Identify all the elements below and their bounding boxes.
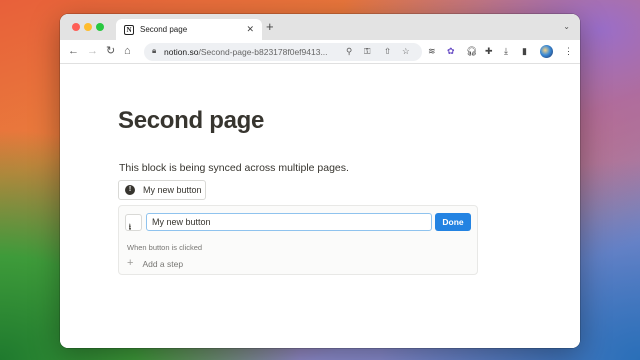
headphones-icon[interactable]: 🎧︎ [466,46,477,57]
new-tab-button[interactable]: + [266,20,274,34]
close-window-button[interactable] [72,23,80,31]
done-button[interactable]: Done [435,213,471,231]
plus-icon: + [127,257,134,269]
puzzle-extensions-icon[interactable]: ✚ [485,46,493,57]
key-icon[interactable]: ⚿ [364,46,370,57]
exclamation-icon: ! [129,223,132,230]
extension-flower-icon[interactable]: ✿ [447,46,455,57]
lock-icon[interactable]: 🔒︎ [152,46,156,56]
back-arrow-icon[interactable]: ← [68,45,79,58]
synced-block-text[interactable]: This block is being synced across multip… [119,162,349,174]
url-text[interactable]: notion.so/Second-page-b823178f0ef9413... [164,47,328,57]
tab-second-page[interactable]: N Second page ✕ [116,19,262,40]
bookmark-star-icon[interactable]: ☆ [402,46,410,57]
profile-avatar[interactable] [540,45,553,58]
sidebar-icon[interactable]: ▮ [522,46,527,57]
minimize-window-button[interactable] [84,23,92,31]
tab-strip: N Second page ✕ + ⌄ [60,14,580,40]
reload-icon[interactable]: ↻ [106,45,115,58]
home-icon[interactable]: ⌂ [124,45,131,58]
icon-picker-button[interactable]: ! [125,214,142,231]
share-icon[interactable]: ⇧ [384,46,391,57]
page-title[interactable]: Second page [118,107,264,135]
tab-title: Second page [140,25,188,34]
close-tab-icon[interactable]: ✕ [246,24,254,35]
my-new-button[interactable]: ! My new button [118,180,206,200]
buffer-icon[interactable]: ≋ [428,46,436,57]
trigger-label: When button is clicked [127,243,203,252]
download-icon[interactable]: ⤓ [504,46,508,57]
page-content: Second page This block is being synced a… [60,64,580,348]
add-step-button[interactable]: + Add a step [127,258,183,269]
fullscreen-window-button[interactable] [96,23,104,31]
exclamation-icon: ! [125,185,135,195]
forward-arrow-icon[interactable]: → [87,45,98,58]
notion-icon: N [124,24,134,35]
browser-window: N Second page ✕ + ⌄ ← → ↻ ⌂ 🔒︎ notion.so… [60,14,580,348]
zoom-icon[interactable]: ⚲ [346,46,352,57]
url-domain: notion.so [164,47,199,57]
add-step-label: Add a step [142,258,184,269]
url-path: /Second-page-b823178f0ef9413... [198,47,328,57]
button-name-input[interactable] [146,213,432,231]
address-bar[interactable]: 🔒︎ notion.so/Second-page-b823178f0ef9413… [144,43,422,61]
browser-toolbar: ← → ↻ ⌂ 🔒︎ notion.so/Second-page-b823178… [60,40,580,64]
more-vert-icon[interactable]: ⋮ [564,46,573,57]
button-label: My new button [143,185,202,195]
tab-search-icon[interactable]: ⌄ [563,22,570,31]
button-editor-panel: ! Done When button is clicked + Add a st… [118,205,478,275]
